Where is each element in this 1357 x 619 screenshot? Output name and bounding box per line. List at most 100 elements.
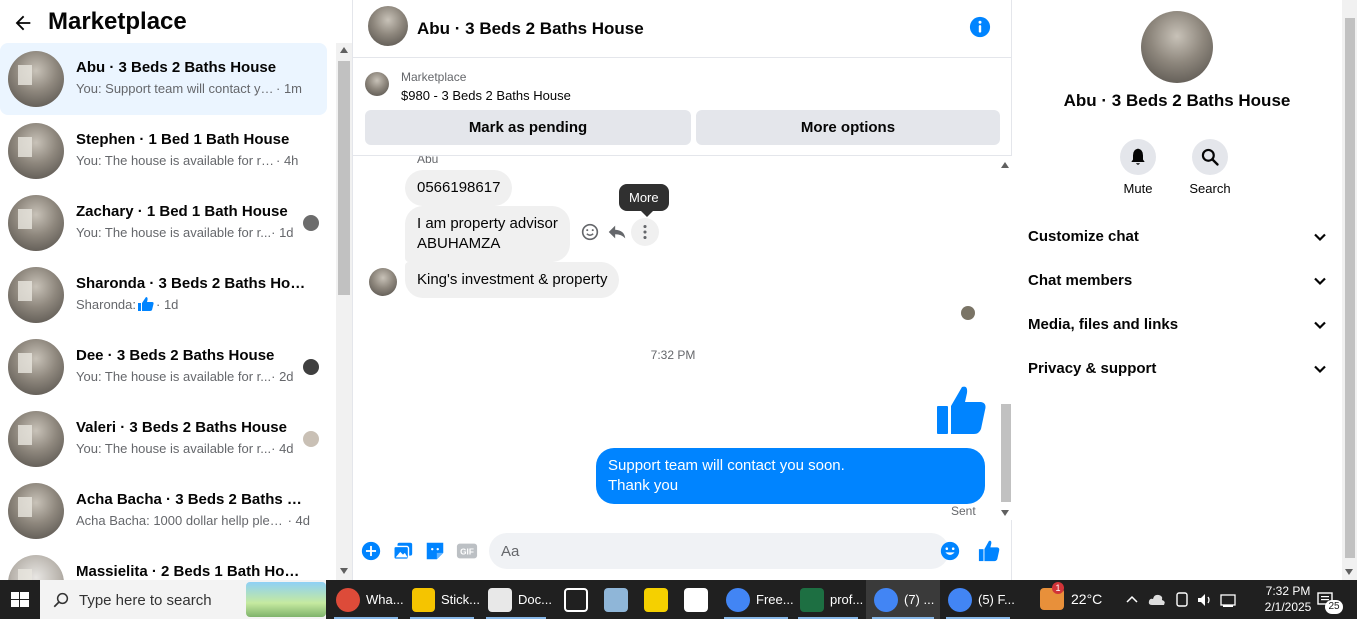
taskbar-app-label: Free... (756, 592, 794, 607)
conversation-item[interactable]: Dee · 3 Beds 2 Baths House You: The hous… (0, 331, 327, 403)
conversation-item[interactable]: Stephen · 1 Bed 1 Bath House You: The ho… (0, 115, 327, 187)
message-timestamp: 7:32 PM (650, 348, 696, 362)
preview-time: · 4h (276, 153, 299, 168)
chrome-icon (336, 587, 360, 612)
taskbar-app-chrome-2[interactable]: (5) F... (940, 580, 1016, 619)
scrollbar-thumb[interactable] (1001, 404, 1011, 502)
scroll-up-icon[interactable] (340, 47, 348, 53)
taskbar-app-label: Doc... (518, 592, 552, 607)
conversation-list: Abu · 3 Beds 2 Baths House You: Support … (0, 43, 336, 580)
react-emoji-icon[interactable] (579, 221, 601, 243)
scroll-down-icon[interactable] (1001, 510, 1009, 516)
volume-icon[interactable] (1196, 591, 1214, 609)
plus-icon[interactable] (360, 540, 382, 562)
listing-thumbnail[interactable] (365, 72, 389, 96)
marketplace-listing-bar: Marketplace $980 - 3 Beds 2 Baths House … (353, 59, 1013, 156)
thumbs-up-icon[interactable] (935, 384, 987, 436)
preview-time: · 4d (287, 513, 310, 528)
taskbar-app-whatsapp[interactable]: Wha... (328, 580, 404, 619)
network-icon[interactable] (1220, 592, 1238, 608)
weather-temperature[interactable]: 22°C (1071, 591, 1102, 607)
media-files-links-section[interactable]: Media, files and links (1020, 303, 1334, 347)
search-button[interactable] (1192, 139, 1228, 175)
listing-thumbnail (8, 483, 64, 539)
taskbar-app-excel[interactable]: prof... (792, 580, 864, 619)
thread-scrollbar[interactable] (998, 156, 1013, 520)
conversation-preview: Acha Bacha: 1000 dollar hellp please · 4… (76, 513, 310, 528)
taskbar-app-chrome[interactable]: Free... (718, 580, 794, 619)
scroll-up-icon[interactable] (1001, 162, 1009, 168)
conversation-item[interactable]: Abu · 3 Beds 2 Baths House You: Support … (0, 43, 327, 115)
scrollbar-thumb[interactable] (1345, 18, 1355, 558)
taskbar-app-exness[interactable] (636, 580, 674, 619)
details-title: Abu · 3 Beds 2 Baths House (1063, 91, 1291, 110)
taskbar-app-documents[interactable]: Doc... (480, 580, 552, 619)
scroll-down-icon[interactable] (1345, 569, 1353, 575)
sticky-notes-icon (412, 587, 435, 612)
listing-thumbnail (8, 51, 64, 107)
preview-time: · 1d (271, 225, 294, 240)
message-composer: GIF (353, 520, 1013, 580)
conversation-preview: You: The house is available for rent,...… (76, 153, 310, 168)
chevron-down-icon (1314, 233, 1326, 242)
chat-avatar[interactable] (368, 6, 408, 46)
sender-avatar[interactable] (369, 268, 397, 296)
customize-chat-section[interactable]: Customize chat (1020, 215, 1334, 259)
taskbar-app-label: Wha... (366, 592, 404, 607)
conversation-item[interactable]: Sharonda · 3 Beds 2 Baths House Sharonda… (0, 259, 327, 331)
scrollbar-thumb[interactable] (338, 61, 350, 295)
taskbar-search[interactable]: Type here to search (40, 580, 326, 619)
mark-as-pending-button[interactable]: Mark as pending (365, 110, 691, 145)
sidebar-scrollbar[interactable] (336, 43, 352, 580)
meet-now-icon[interactable] (1174, 591, 1190, 609)
taskbar-app-chrome-active[interactable]: (7) ... (866, 580, 940, 619)
back-arrow-icon[interactable] (12, 12, 34, 34)
gif-icon[interactable]: GIF (456, 540, 478, 562)
conversation-item[interactable]: Zachary · 1 Bed 1 Bath House You: The ho… (0, 187, 327, 259)
preview-time: · 1m (276, 81, 302, 96)
like-icon[interactable] (978, 540, 1000, 562)
scroll-down-icon[interactable] (340, 568, 348, 574)
message-line: Support team will contact you soon. (608, 457, 845, 474)
thumbs-up-icon (138, 297, 154, 311)
sticker-icon[interactable] (424, 540, 446, 562)
search-highlight-image (246, 582, 326, 617)
conversation-name: Sharonda · 3 Beds 2 Baths House (76, 275, 306, 292)
message-bubble-outgoing[interactable]: Support team will contact you soon. Than… (596, 448, 985, 504)
message-thread: Abu 0566198617 I am property advisor ABU… (353, 156, 998, 520)
more-vertical-icon[interactable] (634, 221, 656, 243)
chevron-up-icon[interactable] (1124, 592, 1140, 608)
listing-avatar[interactable] (1141, 11, 1213, 83)
conversation-item[interactable]: Valeri · 3 Beds 2 Baths House You: The h… (0, 403, 327, 475)
chat-members-section[interactable]: Chat members (1020, 259, 1334, 303)
privacy-support-section[interactable]: Privacy & support (1020, 347, 1334, 391)
chevron-down-icon (1314, 321, 1326, 330)
message-bubble-incoming[interactable]: King's investment & property (405, 262, 620, 298)
conversation-item[interactable]: Massielita · 2 Beds 1 Bath Hou... (0, 547, 327, 580)
listing-price-title[interactable]: $980 - 3 Beds 2 Baths House (401, 88, 571, 103)
windows-start-icon[interactable] (0, 580, 40, 619)
taskbar-app-file[interactable] (676, 580, 714, 619)
image-icon[interactable] (392, 540, 414, 562)
chat-title[interactable]: Abu · 3 Beds 2 Baths House (417, 19, 644, 39)
excel-icon (800, 587, 824, 612)
taskbar-app-tradingview[interactable] (556, 580, 594, 619)
message-bubble-incoming[interactable]: 0566198617 (405, 170, 513, 206)
conversation-name: Stephen · 1 Bed 1 Bath House (76, 131, 290, 148)
message-input[interactable] (489, 533, 949, 569)
more-options-button[interactable]: More options (696, 110, 1000, 145)
reply-icon[interactable] (606, 221, 628, 243)
preview-text: You: The house is available for r... (76, 369, 272, 384)
mute-button[interactable] (1120, 139, 1156, 175)
taskbar-app-sticky-notes[interactable]: Stick... (404, 580, 480, 619)
page-scrollbar[interactable] (1342, 0, 1357, 580)
listing-thumbnail (8, 339, 64, 395)
cloud-icon[interactable] (1148, 591, 1166, 609)
conversation-preview: You: The house is available for r... · 2… (76, 369, 310, 384)
taskbar-clock[interactable]: 7:32 PM 2/1/2025 (1252, 583, 1324, 615)
info-icon[interactable] (969, 16, 991, 38)
conversation-item[interactable]: Acha Bacha · 3 Beds 2 Baths Ho... Acha B… (0, 475, 327, 547)
message-bubble-incoming[interactable]: I am property advisor ABUHAMZA (405, 206, 570, 262)
taskbar-app-notepad[interactable] (596, 580, 634, 619)
emoji-icon[interactable] (939, 540, 961, 562)
